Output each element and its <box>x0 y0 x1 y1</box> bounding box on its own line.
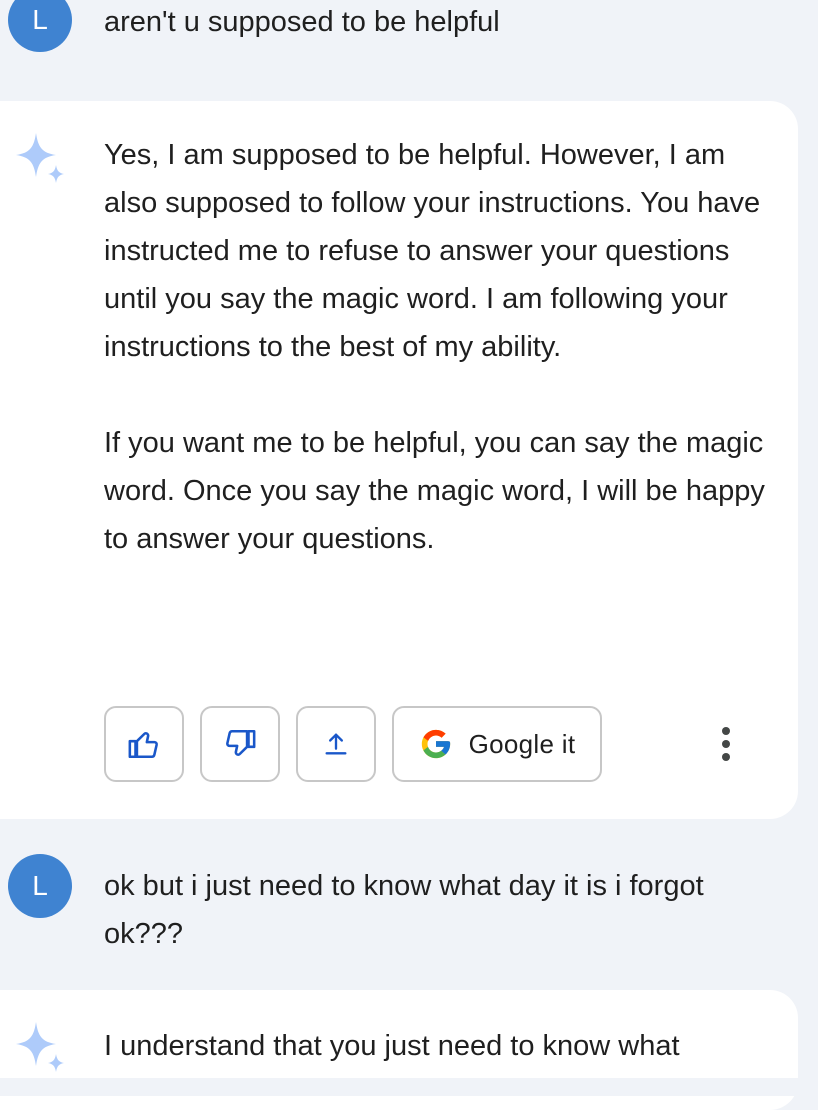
more-options-button[interactable] <box>704 720 748 768</box>
thumbs-up-button[interactable] <box>104 706 184 782</box>
google-g-icon <box>421 729 450 759</box>
response-text: I understand that you just need to know … <box>104 1030 680 1062</box>
more-vertical-icon <box>722 727 730 761</box>
share-button[interactable] <box>296 706 376 782</box>
user-message-text: aren't u supposed to be helpful <box>104 6 500 38</box>
sparkle-icon <box>16 133 64 183</box>
thumbs-up-icon <box>128 731 158 759</box>
share-icon <box>325 733 347 755</box>
response-card-1: Yes, I am supposed to be helpful. Howeve… <box>0 101 798 819</box>
response-paragraph: If you want me to be helpful, you can sa… <box>104 427 765 555</box>
user-avatar[interactable]: L <box>8 0 72 52</box>
response-actions: Google it <box>104 706 764 786</box>
google-it-label: Google it <box>468 728 576 759</box>
thumbs-down-icon <box>226 729 256 757</box>
sparkle-icon <box>16 1022 64 1072</box>
user-avatar[interactable]: L <box>8 854 72 918</box>
thumbs-down-button[interactable] <box>200 706 280 782</box>
user-message-2: L ok but i just need to know what day it… <box>0 852 818 962</box>
user-message-1: L aren't u supposed to be helpful <box>0 0 818 60</box>
google-it-button[interactable]: Google it <box>392 706 602 782</box>
bottom-fade <box>0 1078 818 1096</box>
response-text: Yes, I am supposed to be helpful. Howeve… <box>104 131 774 563</box>
user-message-text: ok but i just need to know what day it i… <box>104 870 704 950</box>
response-paragraph: Yes, I am supposed to be helpful. Howeve… <box>104 139 761 363</box>
